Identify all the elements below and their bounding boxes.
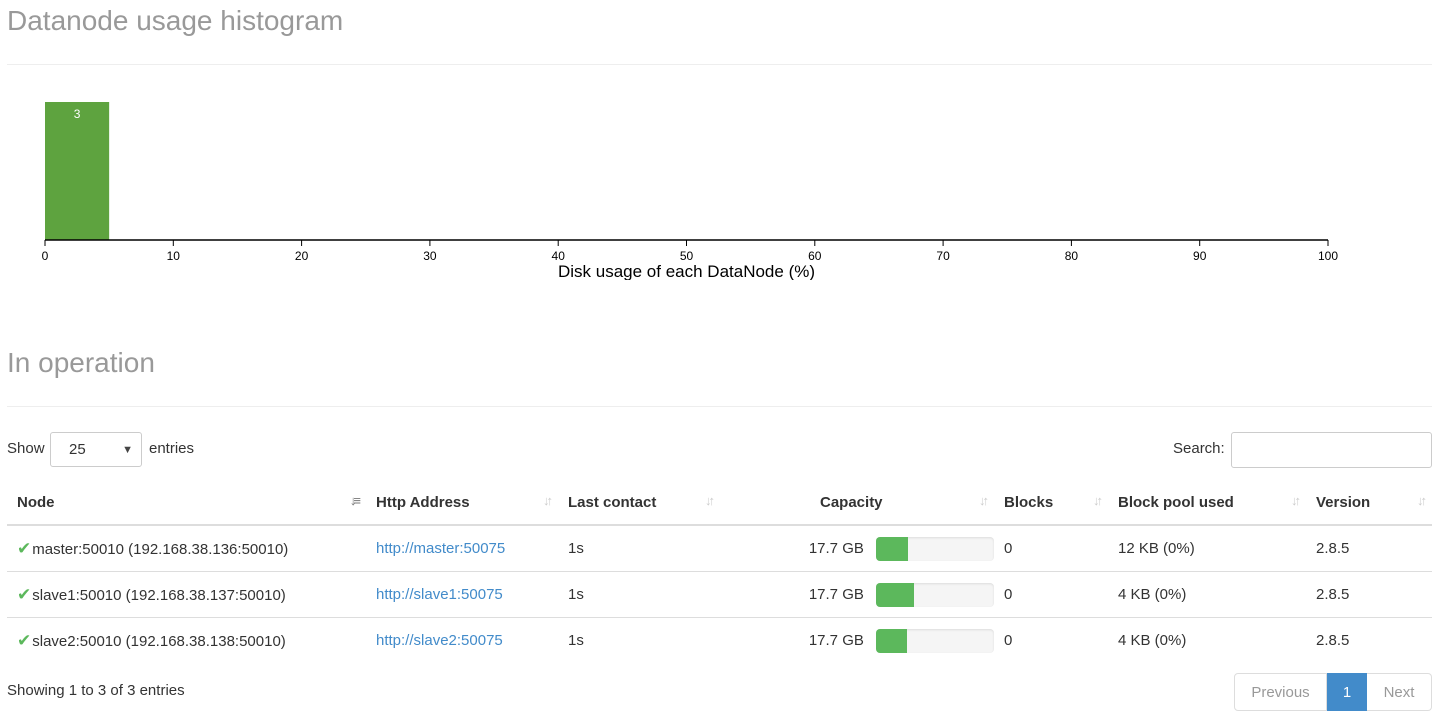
page-size-value: 25 [69, 441, 86, 458]
x-tick-label: 10 [167, 249, 181, 263]
http-address-link[interactable]: http://master:50075 [376, 540, 505, 557]
next-button[interactable]: Next [1367, 673, 1432, 711]
column-header-capacity[interactable]: Capacity ↓↑ [720, 481, 994, 526]
caret-down-icon: ▼ [122, 443, 133, 456]
x-tick-label: 70 [936, 249, 950, 263]
http-address-link[interactable]: http://slave1:50075 [376, 586, 503, 603]
in-operation-title: In operation [7, 347, 155, 378]
divider [7, 406, 1432, 407]
version-cell: 2.8.5 [1306, 571, 1432, 618]
page-size-select[interactable]: 25 ▼ [50, 432, 142, 467]
x-tick-label: 90 [1193, 249, 1207, 263]
column-label: Block pool used [1118, 494, 1234, 511]
x-tick-label: 40 [552, 249, 566, 263]
bar-count-label: 3 [74, 107, 81, 121]
histogram-bar [45, 102, 110, 240]
http-cell: http://slave1:50075 [366, 571, 558, 618]
x-tick-label: 30 [423, 249, 437, 263]
pagination: Previous 1 Next [1234, 673, 1432, 711]
table-header-row: Node ↓≡ Http Address ↓↑ Last contact ↓↑ Cap… [7, 481, 1432, 526]
table-row: ✔slave1:50010 (192.168.38.137:50010) htt… [7, 571, 1432, 618]
divider [7, 64, 1432, 65]
capacity-value: 17.7 GB [808, 540, 864, 557]
column-label: Node [17, 494, 55, 511]
histogram-title: Datanode usage histogram [7, 5, 344, 36]
column-label: Capacity [820, 494, 883, 511]
http-cell: http://slave2:50075 [366, 617, 558, 663]
node-name: slave1:50010 (192.168.38.137:50010) [32, 586, 286, 604]
search-input[interactable] [1231, 432, 1432, 468]
table-row: ✔slave2:50010 (192.168.38.138:50010) htt… [7, 617, 1432, 663]
capacity-cell: 17.7 GB [720, 571, 994, 618]
datanode-table: Node ↓≡ Http Address ↓↑ Last contact ↓↑ Cap… [7, 481, 1432, 663]
usage-progress-fill [875, 582, 914, 607]
http-cell: http://master:50075 [366, 525, 558, 572]
column-label: Http Address [376, 494, 470, 511]
check-icon: ✔ [17, 538, 32, 558]
column-header-http-address[interactable]: Http Address ↓↑ [366, 481, 558, 526]
x-tick-label: 20 [295, 249, 309, 263]
x-axis-label: Disk usage of each DataNode (%) [558, 262, 815, 280]
capacity-cell: 17.7 GB [720, 525, 994, 572]
column-label: Version [1316, 494, 1371, 511]
capacity-value: 17.7 GB [808, 632, 864, 649]
column-header-last-contact[interactable]: Last contact ↓↑ [558, 481, 720, 526]
node-name: slave2:50010 (192.168.38.138:50010) [32, 632, 286, 650]
sort-icon: ↓↑ [1417, 493, 1427, 508]
sort-icon: ↓↑ [543, 493, 553, 508]
usage-progress-fill [875, 536, 908, 561]
node-cell: ✔slave2:50010 (192.168.38.138:50010) [7, 617, 366, 663]
usage-progress-bar [875, 628, 994, 653]
sort-icon: ↓↑ [705, 493, 715, 508]
table-info: Showing 1 to 3 of 3 entries [7, 682, 185, 699]
sort-icon: ↓↑ [1291, 493, 1301, 508]
column-label: Last contact [568, 494, 657, 511]
search-label: Search: [1173, 440, 1225, 457]
version-cell: 2.8.5 [1316, 540, 1350, 557]
last-contact-cell: 1s [568, 540, 584, 557]
column-header-block-pool-used[interactable]: Block pool used ↓↑ [1108, 481, 1306, 526]
column-header-version[interactable]: Version ↓↑ [1306, 481, 1432, 526]
entries-label: entries [149, 440, 195, 457]
usage-progress-bar [875, 536, 994, 561]
http-address-link[interactable]: http://slave2:50075 [376, 632, 503, 649]
column-label: Blocks [1004, 494, 1054, 511]
usage-histogram: 30 10 20 30 40 50 60 70 80 90 100Disk usage of eac… [42, 102, 1338, 280]
sort-icon: ↓↑ [1093, 493, 1103, 508]
blocks-cell: 0 [994, 617, 1108, 663]
node-cell: ✔slave1:50010 (192.168.38.137:50010) [7, 571, 366, 618]
column-header-blocks[interactable]: Blocks ↓↑ [994, 481, 1108, 526]
x-tick-label: 50 [680, 249, 694, 263]
blocks-cell: 0 [1004, 540, 1013, 557]
last-contact-cell: 1s [558, 617, 720, 663]
node-cell: ✔master:50010 (192.168.38.136:50010) [7, 525, 366, 572]
capacity-cell: 17.7 GB [720, 617, 994, 663]
block-pool-used-cell: 4 KB (0%) [1108, 617, 1306, 663]
x-tick-label: 80 [1065, 249, 1079, 263]
block-pool-used-cell: 4 KB (0%) [1108, 571, 1306, 618]
block-pool-used-cell: 12 KB (0%) [1118, 540, 1195, 557]
previous-button[interactable]: Previous [1234, 673, 1327, 711]
x-tick-label: 100 [1318, 249, 1338, 263]
x-tick-label: 0 [42, 249, 49, 263]
check-icon: ✔ [17, 584, 32, 604]
table-row: ✔master:50010 (192.168.38.136:50010) htt… [7, 525, 1432, 572]
version-cell: 2.8.5 [1306, 617, 1432, 663]
sort-asc-icon: ↓≡ [349, 493, 361, 508]
blocks-cell: 0 [994, 571, 1108, 618]
usage-progress-bar [875, 582, 994, 607]
page-1-button[interactable]: 1 [1327, 673, 1367, 711]
usage-progress-fill [875, 628, 907, 653]
last-contact-cell: 1s [558, 571, 720, 618]
capacity-value: 17.7 GB [808, 586, 864, 603]
x-tick-label: 60 [808, 249, 822, 263]
check-icon: ✔ [17, 630, 32, 650]
column-header-node[interactable]: Node ↓≡ [7, 481, 366, 526]
show-label: Show [7, 440, 45, 457]
node-name: master:50010 (192.168.38.136:50010) [32, 540, 289, 558]
sort-icon: ↓↑ [979, 493, 989, 508]
